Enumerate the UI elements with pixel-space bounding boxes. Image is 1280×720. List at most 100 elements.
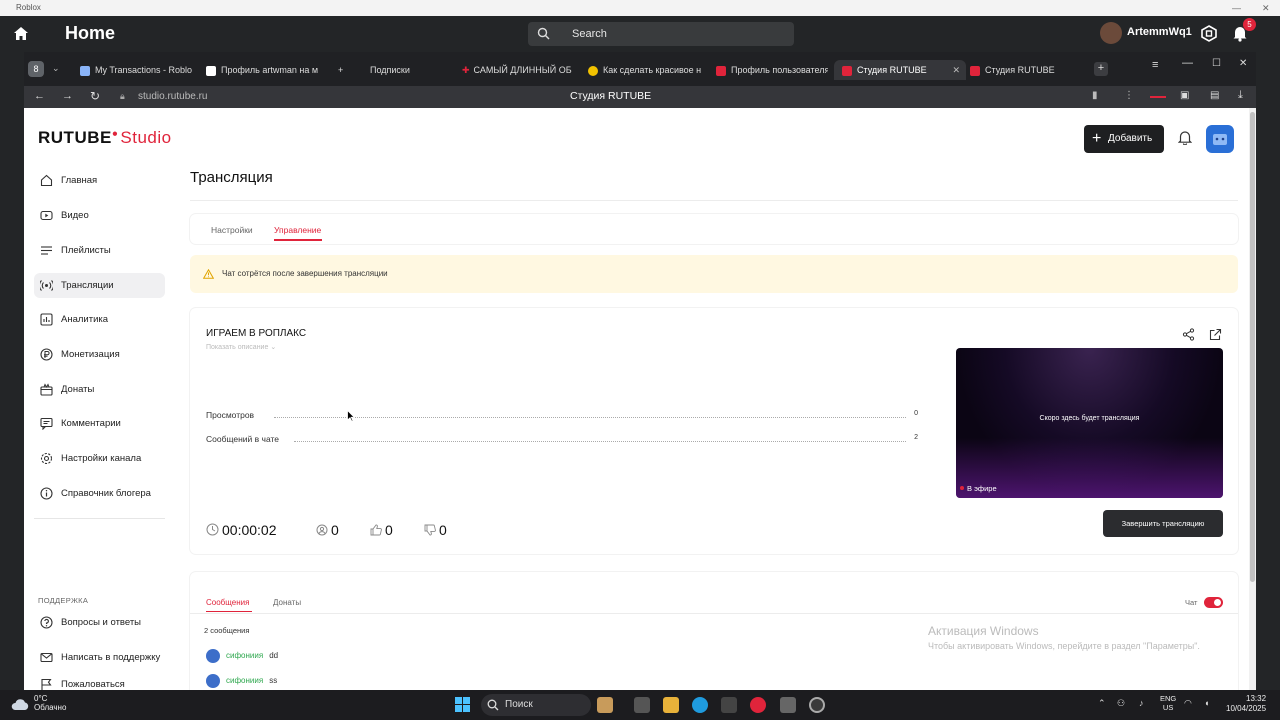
roblox-username[interactable]: ArtemmWq1 bbox=[1127, 26, 1192, 38]
browser-tab[interactable]: ✚ САМЫЙ ДЛИННЫЙ ОБ bbox=[462, 60, 574, 80]
menu-icon[interactable]: ≡ bbox=[1152, 59, 1158, 71]
sidebar-item-analytics[interactable]: Аналитика bbox=[34, 307, 165, 332]
media-icon[interactable]: ▣ bbox=[1180, 90, 1189, 101]
task-view-icon[interactable] bbox=[634, 697, 650, 713]
rutube-studio-logo[interactable]: RUTUBE● Studio bbox=[38, 128, 172, 148]
bookmark-icon[interactable]: ▮ bbox=[1092, 90, 1098, 101]
download-icon[interactable]: ⤓ bbox=[1238, 89, 1243, 102]
tab-favicon-icon bbox=[206, 65, 216, 76]
forward-icon[interactable]: → bbox=[62, 90, 73, 102]
roblox-search-input[interactable]: Search bbox=[528, 22, 794, 46]
taskbar-clock[interactable]: 13:32 10/04/2025 bbox=[1226, 694, 1266, 714]
browser-tab[interactable]: Как сделать красивое н bbox=[588, 60, 704, 80]
close-icon[interactable]: ✕ bbox=[1262, 0, 1270, 16]
sidebar-item-home[interactable]: Главная bbox=[34, 168, 165, 193]
stream-preview[interactable]: Скоро здесь будет трансляция В эфире bbox=[956, 348, 1223, 498]
robux-icon[interactable] bbox=[1201, 25, 1217, 42]
tab-list-chevron-icon[interactable]: ⌄ bbox=[52, 63, 60, 74]
viewers-icon bbox=[316, 524, 328, 536]
sidebar-item-blogger-guide[interactable]: Справочник блогера bbox=[34, 481, 165, 506]
browser-tab[interactable]: Профиль пользователя bbox=[716, 60, 828, 80]
bell-icon[interactable] bbox=[1178, 130, 1192, 145]
collections-icon[interactable]: ▤ bbox=[1210, 90, 1219, 101]
avatar[interactable] bbox=[1100, 22, 1122, 44]
volume-icon[interactable]: ◖ bbox=[1204, 698, 1209, 708]
tab-close-icon[interactable]: ✕ bbox=[952, 60, 960, 80]
back-icon[interactable]: ← bbox=[34, 90, 45, 102]
reload-icon[interactable]: ↻ bbox=[90, 89, 100, 103]
browser-tab-active[interactable]: Студия RUTUBE ✕ bbox=[834, 60, 966, 80]
windows-start-icon[interactable] bbox=[454, 696, 471, 713]
tab-label: САМЫЙ ДЛИННЫЙ ОБ bbox=[473, 65, 572, 75]
roblox-window-title: Roblox bbox=[16, 3, 41, 12]
browser-tab[interactable]: My Transactions - Roblox bbox=[80, 60, 192, 80]
tab-manage[interactable]: Управление bbox=[274, 225, 321, 235]
network-icon[interactable]: ⚇ bbox=[1117, 698, 1125, 709]
tab-settings[interactable]: Настройки bbox=[211, 225, 253, 235]
sidebar-item-comments[interactable]: Комментарии bbox=[34, 411, 165, 436]
wifi-icon[interactable]: ◠ bbox=[1184, 698, 1192, 709]
microphone-icon[interactable]: ♪ bbox=[1139, 698, 1144, 708]
tab-pin-plus-icon[interactable]: + bbox=[338, 60, 348, 80]
edge-icon[interactable] bbox=[692, 697, 708, 713]
sidebar-item-report[interactable]: Пожаловаться bbox=[34, 679, 165, 690]
sidebar-item-broadcasts[interactable]: Трансляции bbox=[34, 273, 165, 298]
tab-label: Студия RUTUBE bbox=[857, 65, 927, 75]
browser-tab[interactable]: Профиль artwman на м bbox=[206, 60, 322, 80]
sidebar-item-label: Плейлисты bbox=[61, 245, 111, 256]
sidebar-item-write-support[interactable]: Написать в поддержку bbox=[34, 645, 165, 670]
file-explorer-icon[interactable] bbox=[663, 697, 679, 713]
search-icon bbox=[487, 699, 499, 711]
avatar[interactable] bbox=[206, 674, 220, 688]
tab-donations[interactable]: Донаты bbox=[273, 598, 301, 607]
sidebar-item-label: Главная bbox=[61, 175, 98, 186]
browser-tab[interactable]: Подписки bbox=[370, 60, 440, 80]
sidebar-item-donations[interactable]: Донаты bbox=[34, 377, 165, 402]
viewers-value: 0 bbox=[331, 522, 339, 538]
open-external-icon[interactable] bbox=[1209, 328, 1222, 341]
widget-icon[interactable] bbox=[597, 697, 613, 713]
maximize-icon[interactable]: ☐ bbox=[1212, 58, 1221, 69]
yandex-browser-icon[interactable] bbox=[750, 697, 766, 713]
home-icon[interactable] bbox=[13, 26, 29, 41]
sidebar-item-channel-settings[interactable]: Настройки канала bbox=[34, 446, 165, 471]
warning-text: Чат сотрётся после завершения трансляции bbox=[222, 269, 388, 278]
avatar[interactable] bbox=[206, 649, 220, 663]
end-stream-button[interactable]: Завершить трансляцию bbox=[1103, 510, 1223, 537]
sidebar-item-playlists[interactable]: Плейлисты bbox=[34, 238, 165, 263]
roblox-icon[interactable] bbox=[780, 697, 796, 713]
new-tab-button[interactable]: + bbox=[1094, 62, 1108, 76]
taskbar-search-input[interactable]: Поиск bbox=[481, 694, 591, 716]
add-button[interactable]: + Добавить bbox=[1084, 125, 1164, 153]
info-icon bbox=[40, 487, 53, 500]
sidebar-item-label: Аналитика bbox=[61, 314, 109, 325]
page-scrollbar[interactable] bbox=[1249, 108, 1256, 690]
close-icon[interactable]: ✕ bbox=[1239, 58, 1247, 69]
share-icon[interactable] bbox=[1182, 328, 1195, 341]
chevron-up-icon[interactable]: ⌃ bbox=[1098, 698, 1106, 709]
chat-nick[interactable]: сифониия bbox=[226, 651, 263, 660]
comment-icon bbox=[40, 417, 53, 430]
sidebar-item-faq[interactable]: Вопросы и ответы bbox=[34, 610, 165, 635]
settings-icon[interactable] bbox=[809, 697, 825, 713]
chat-nick[interactable]: сифониия bbox=[226, 676, 263, 685]
chat-toggle[interactable] bbox=[1204, 597, 1223, 608]
tab-messages[interactable]: Сообщения bbox=[206, 598, 249, 607]
minimize-icon[interactable]: — bbox=[1182, 57, 1193, 69]
show-description-link[interactable]: Показать описание ⌄ bbox=[206, 343, 276, 351]
sidebar-item-monetization[interactable]: Монетизация bbox=[34, 342, 165, 367]
language-indicator[interactable]: ENG US bbox=[1160, 694, 1176, 712]
extension-icon[interactable] bbox=[1150, 96, 1166, 98]
home-icon bbox=[40, 174, 53, 187]
store-icon[interactable] bbox=[721, 697, 737, 713]
stat-label: Сообщений в чате bbox=[206, 434, 280, 444]
scrollbar-thumb[interactable] bbox=[1250, 112, 1255, 582]
sidebar-item-video[interactable]: Видео bbox=[34, 203, 165, 228]
url-field[interactable]: studio.rutube.ru bbox=[138, 91, 208, 102]
more-icon[interactable]: ⋮ bbox=[1124, 90, 1134, 101]
browser-tab[interactable]: Студия RUTUBE bbox=[970, 60, 1080, 80]
minimize-icon[interactable]: — bbox=[1232, 0, 1241, 16]
tab-count-badge[interactable]: 8 bbox=[28, 61, 44, 77]
weather-widget[interactable]: 0°C Облачно bbox=[34, 694, 66, 712]
avatar[interactable] bbox=[1206, 125, 1234, 153]
